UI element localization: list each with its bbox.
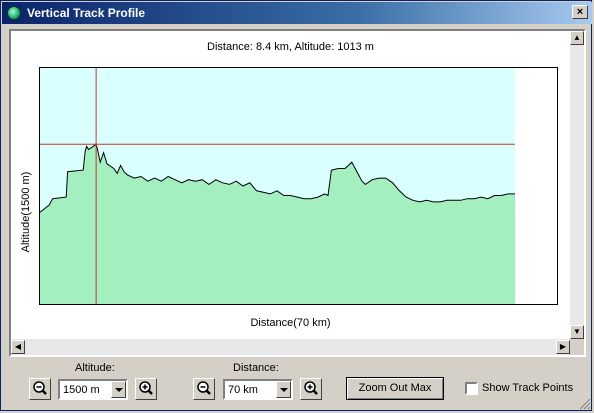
- x-axis-label: Distance(70 km): [250, 317, 331, 329]
- profile-panel: Distance: 8.4 km, Altitude: 1013 m Altit…: [9, 29, 586, 357]
- show-track-points-checkbox[interactable]: [465, 382, 478, 395]
- altitude-select[interactable]: 1500 m: [58, 379, 128, 400]
- scrollbar-corner: [570, 339, 584, 355]
- scroll-left-button[interactable]: ◀: [11, 340, 25, 354]
- altitude-label: Altitude:: [75, 362, 115, 374]
- profile-readout: Distance: 8.4 km, Altitude: 1013 m: [207, 41, 374, 53]
- profile-chart[interactable]: [39, 67, 559, 307]
- scroll-down-button[interactable]: ▼: [570, 325, 584, 339]
- zoom-out-icon: [33, 381, 47, 395]
- chevron-down-icon[interactable]: [111, 381, 126, 398]
- title-bar[interactable]: Vertical Track Profile ×: [2, 2, 592, 24]
- zoom-out-max-button[interactable]: Zoom Out Max: [346, 377, 444, 400]
- altitude-select-value: 1500 m: [63, 384, 100, 396]
- scroll-up-button[interactable]: ▲: [570, 31, 584, 45]
- show-track-points-label[interactable]: Show Track Points: [482, 382, 573, 394]
- vertical-track-profile-window: Vertical Track Profile × Distance: 8.4 k…: [0, 0, 592, 411]
- controls-bar: Altitude: 1500 m Distance: 70 km Zoom Ou…: [1, 357, 593, 412]
- resize-grip-icon[interactable]: [579, 398, 591, 410]
- globe-icon: [7, 6, 21, 20]
- chart-right-blank: [515, 67, 558, 305]
- distance-label: Distance:: [233, 362, 279, 374]
- scroll-right-button[interactable]: ▶: [556, 340, 570, 354]
- vertical-scrollbar[interactable]: ▲ ▼: [570, 31, 584, 339]
- distance-select[interactable]: 70 km: [223, 379, 293, 400]
- distance-zoom-in-button[interactable]: [300, 378, 322, 400]
- close-button[interactable]: ×: [572, 5, 588, 19]
- zoom-in-icon: [304, 381, 318, 395]
- zoom-out-icon: [197, 381, 211, 395]
- profile-plot-area[interactable]: Distance: 8.4 km, Altitude: 1013 m Altit…: [11, 31, 570, 339]
- altitude-zoom-in-button[interactable]: [135, 378, 157, 400]
- distance-select-value: 70 km: [228, 384, 258, 396]
- altitude-zoom-out-button[interactable]: [29, 378, 51, 400]
- horizontal-scrollbar[interactable]: ◀ ▶: [11, 339, 570, 355]
- zoom-in-icon: [139, 381, 153, 395]
- y-axis-label: Altitude(1500 m): [20, 171, 32, 253]
- chevron-down-icon[interactable]: [276, 381, 291, 398]
- window-title: Vertical Track Profile: [27, 6, 146, 20]
- distance-zoom-out-button[interactable]: [193, 378, 215, 400]
